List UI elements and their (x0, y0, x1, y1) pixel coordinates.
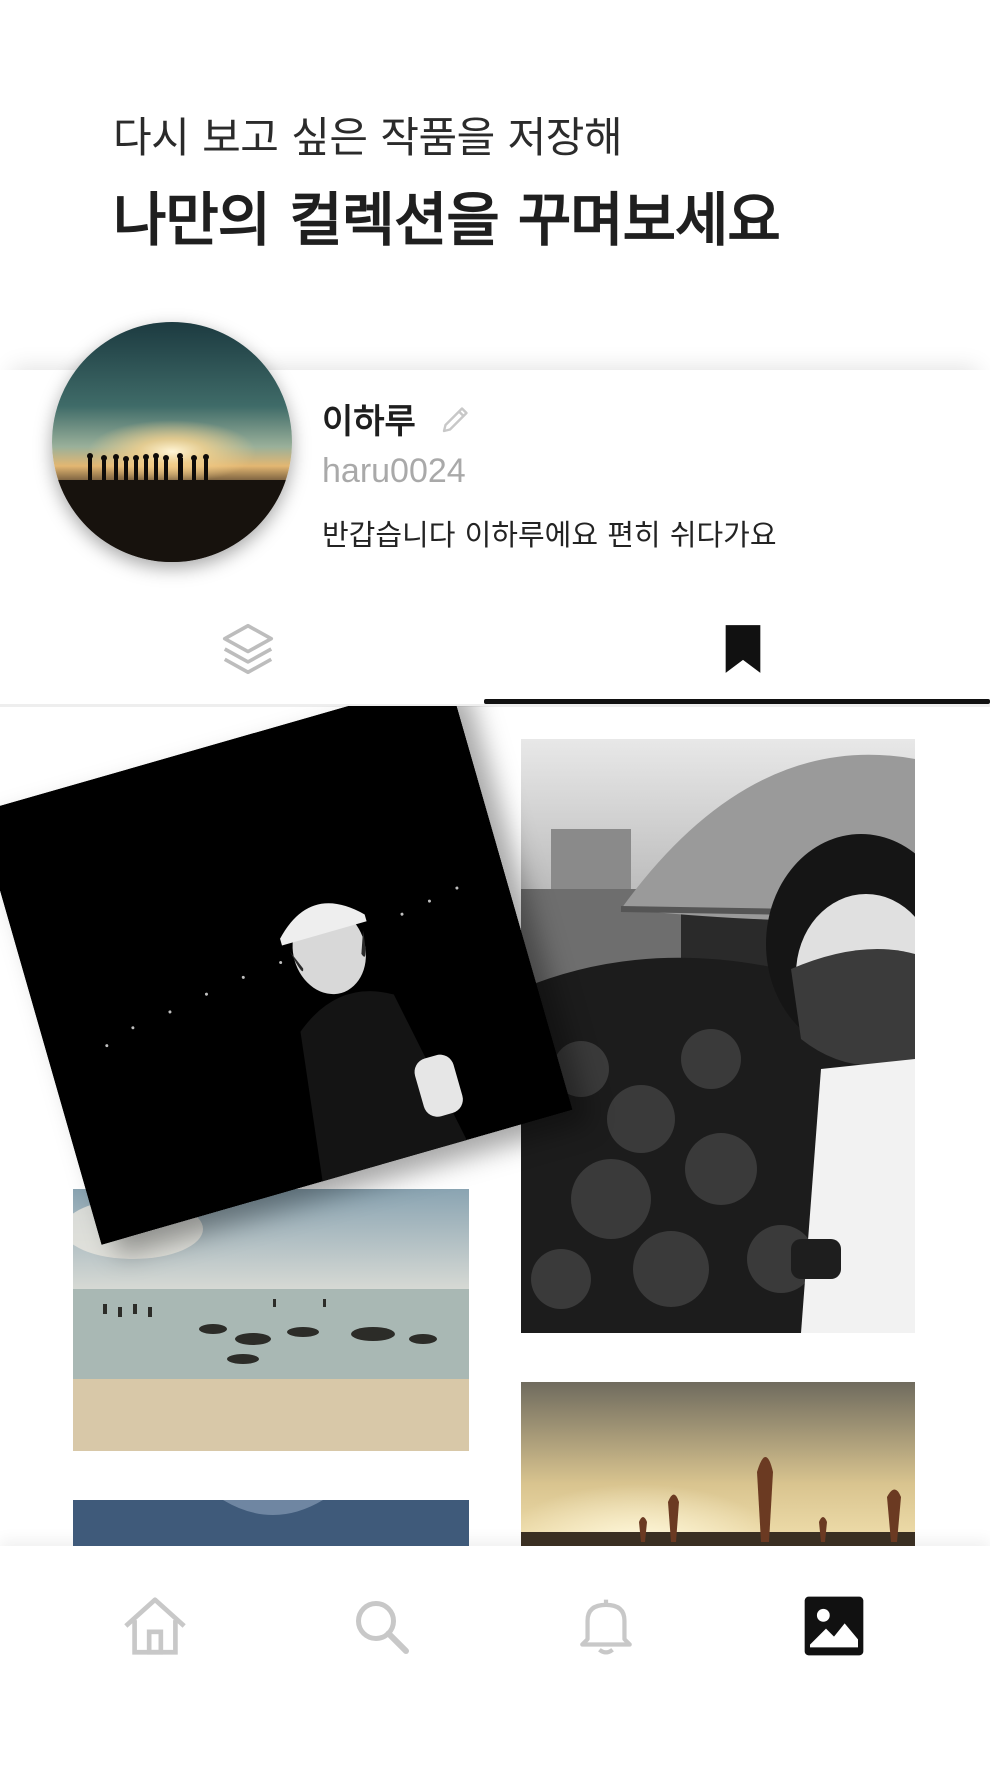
bookmark-icon (725, 625, 760, 673)
pencil-icon[interactable] (438, 401, 474, 437)
profile-card: 이하루 haru0024 반갑습니다 이하루에요 편히 쉬다가요 (0, 322, 990, 580)
photo-image (0, 706, 573, 1245)
profile-tabs (0, 592, 990, 706)
nav-home[interactable] (115, 1586, 195, 1666)
photo-card[interactable] (521, 1382, 915, 1546)
gallery-icon (804, 1596, 864, 1656)
photo-card[interactable] (521, 739, 915, 1333)
nav-gallery[interactable] (794, 1586, 874, 1666)
photo-image (73, 1500, 469, 1546)
photo-image (521, 1382, 915, 1546)
display-name: 이하루 (322, 402, 416, 442)
bell-icon (580, 1599, 632, 1655)
search-icon (356, 1601, 409, 1654)
home-icon (124, 1597, 186, 1655)
nav-notifications[interactable] (566, 1586, 646, 1666)
tab-layers[interactable] (0, 592, 495, 706)
photo-card[interactable] (73, 1500, 469, 1546)
header-title: 나만의 컬렉션을 꾸며보세요 (113, 186, 781, 254)
header: 다시 보고 싶은 작품을 저장해 나만의 컬렉션을 꾸며보세요 (113, 108, 913, 260)
username: haru0024 (322, 452, 466, 490)
active-tab-indicator (484, 699, 990, 704)
bottom-nav (0, 1546, 990, 1778)
layers-icon (222, 623, 273, 675)
saved-photos-grid (0, 706, 990, 1546)
photo-card[interactable] (0, 706, 573, 1245)
header-subtitle: 다시 보고 싶은 작품을 저장해 (113, 113, 623, 162)
tab-saved[interactable] (495, 592, 990, 706)
app-screen: 다시 보고 싶은 작품을 저장해 나만의 컬렉션을 꾸며보세요 이하루 haru… (0, 0, 990, 1778)
name-row: 이하루 (322, 394, 474, 443)
bio: 반갑습니다 이하루에요 편히 쉬다가요 (322, 518, 777, 552)
photo-image (521, 739, 915, 1333)
nav-search[interactable] (341, 1586, 421, 1666)
avatar[interactable] (52, 322, 292, 562)
avatar-photo (52, 402, 292, 562)
